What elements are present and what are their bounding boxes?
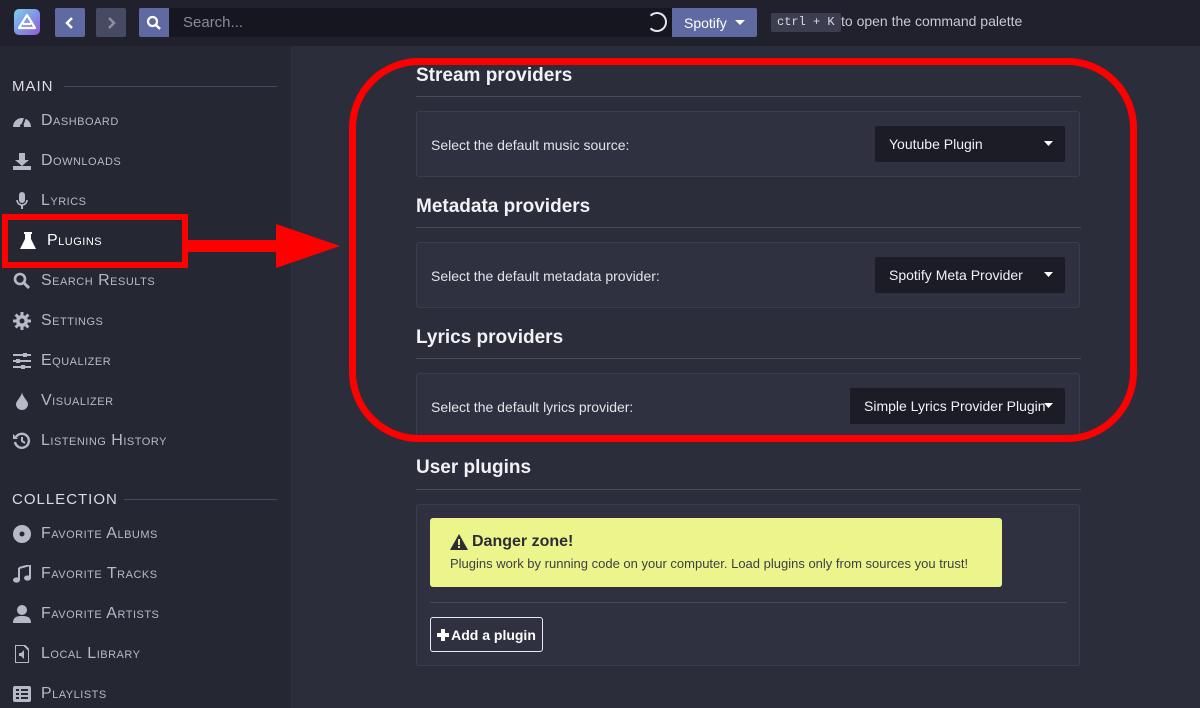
sidebar-item-label: Favorite Tracks <box>41 565 158 582</box>
sidebar-item-label: Visualizer <box>41 392 114 409</box>
user-plugins-title: User plugins <box>416 457 532 478</box>
disc-icon <box>12 524 32 544</box>
sidebar-item-downloads[interactable]: Downloads <box>12 149 121 173</box>
section-divider <box>416 489 1081 490</box>
danger-zone-alert: Danger zone! Plugins work by running cod… <box>430 518 1002 587</box>
search-button[interactable] <box>139 8 169 37</box>
sidebar-item-settings[interactable]: Settings <box>12 309 103 333</box>
sidebar-item-lyrics[interactable]: Lyrics <box>12 189 87 213</box>
history-icon <box>12 431 32 451</box>
sliders-icon <box>12 351 32 371</box>
back-button[interactable] <box>55 8 85 37</box>
search-icon <box>12 271 32 291</box>
sidebar: MAIN Dashboard Downloads Lyrics Plugins … <box>0 46 291 708</box>
sidebar-item-label: Search Results <box>41 272 156 289</box>
sidebar-item-search-results[interactable]: Search Results <box>12 269 155 293</box>
app-logo-icon[interactable] <box>14 9 40 35</box>
search-provider-label: Spotify <box>684 14 727 31</box>
user-icon <box>12 604 32 624</box>
sidebar-item-label: Settings <box>41 312 104 329</box>
section-divider <box>124 499 277 500</box>
add-plugin-label: Add a plugin <box>451 626 536 643</box>
sidebar-item-label: Favorite Albums <box>41 525 158 542</box>
file-audio-icon <box>12 644 32 664</box>
sidebar-item-label: Lyrics <box>41 192 87 209</box>
search-provider-dropdown[interactable]: Spotify <box>672 8 757 37</box>
microphone-icon <box>12 191 32 211</box>
sidebar-item-listening-history[interactable]: Listening History <box>12 429 167 453</box>
sidebar-item-favorite-albums[interactable]: Favorite Albums <box>12 522 158 546</box>
forward-button[interactable] <box>96 8 126 37</box>
drop-icon <box>12 391 32 411</box>
sidebar-item-favorite-artists[interactable]: Favorite Artists <box>12 602 159 626</box>
sidebar-section-main: MAIN <box>12 78 54 95</box>
plus-icon <box>437 628 450 641</box>
loading-spinner-icon <box>647 12 667 32</box>
section-divider <box>64 86 277 87</box>
sidebar-item-local-library[interactable]: Local Library <box>12 642 140 666</box>
sidebar-scrollbar[interactable] <box>291 46 299 708</box>
sidebar-item-label: Equalizer <box>41 352 112 369</box>
sidebar-item-equalizer[interactable]: Equalizer <box>12 349 111 373</box>
danger-zone-title: Danger zone! <box>472 533 574 550</box>
shortcut-key: ctrl + K <box>771 13 841 32</box>
list-icon <box>12 684 32 704</box>
download-icon <box>12 151 32 171</box>
highlight-ellipse-annotation <box>349 58 1137 442</box>
sidebar-item-label: Local Library <box>41 645 141 662</box>
highlight-box-annotation <box>2 214 188 268</box>
warning-icon <box>450 534 468 550</box>
sidebar-item-label: Listening History <box>41 432 167 449</box>
danger-zone-text: Plugins work by running code on your com… <box>450 556 969 571</box>
top-bar: Spotify ctrl + K to open the command pal… <box>0 0 1200 46</box>
chevron-left-icon <box>65 16 73 29</box>
section-divider <box>430 602 1067 603</box>
sidebar-item-label: Favorite Artists <box>41 605 160 622</box>
shortcut-hint: to open the command palette <box>841 13 1023 29</box>
search-icon <box>146 15 161 30</box>
sidebar-item-label: Dashboard <box>41 112 119 129</box>
music-note-icon <box>12 564 32 584</box>
chevron-right-icon <box>108 16 116 29</box>
sidebar-item-label: Playlists <box>41 685 107 702</box>
sidebar-item-visualizer[interactable]: Visualizer <box>12 389 114 413</box>
sidebar-item-label: Downloads <box>41 152 122 169</box>
gear-icon <box>12 311 32 331</box>
sidebar-item-playlists[interactable]: Playlists <box>12 682 107 706</box>
sidebar-section-collection: COLLECTION <box>12 491 118 508</box>
sidebar-item-dashboard[interactable]: Dashboard <box>12 109 119 133</box>
caret-down-icon <box>735 20 745 25</box>
red-arrow-annotation <box>186 224 340 268</box>
add-plugin-button[interactable]: Add a plugin <box>430 617 543 652</box>
dashboard-icon <box>12 111 32 131</box>
search-input[interactable] <box>169 8 672 37</box>
sidebar-item-favorite-tracks[interactable]: Favorite Tracks <box>12 562 158 586</box>
danger-zone-heading: Danger zone! <box>450 533 573 551</box>
